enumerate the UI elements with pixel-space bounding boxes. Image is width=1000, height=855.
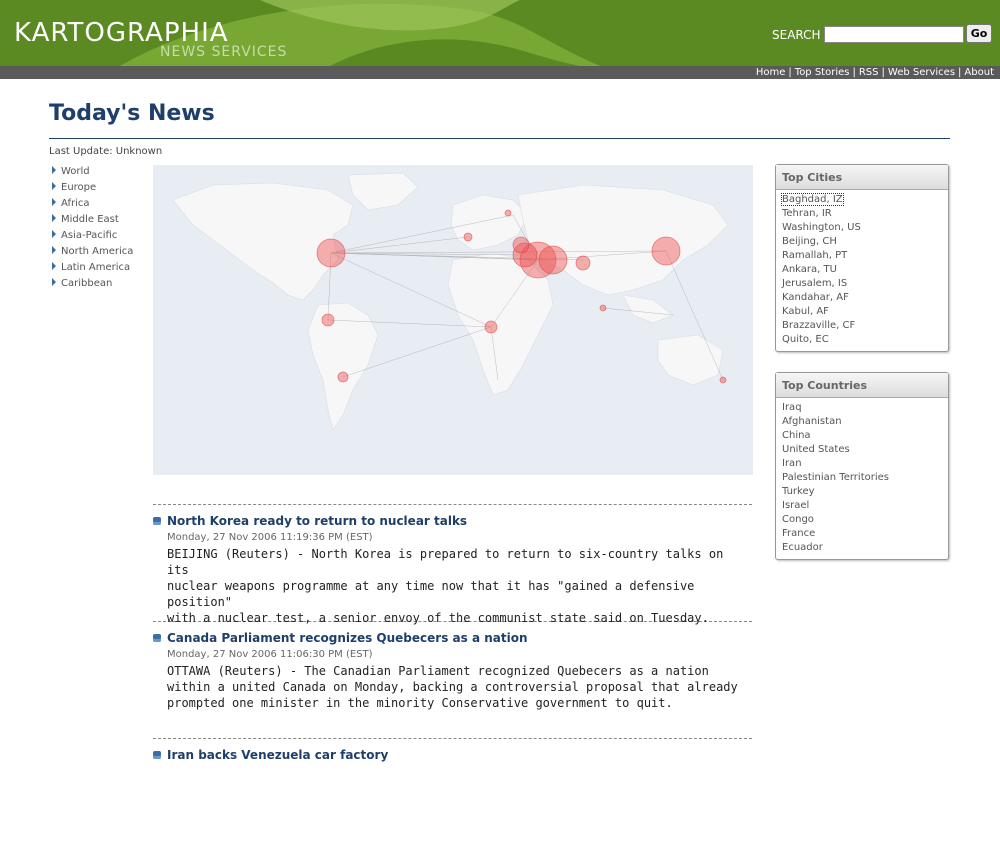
title-divider	[49, 138, 950, 139]
news-title-link[interactable]: North Korea ready to return to nuclear t…	[167, 514, 467, 528]
country-item[interactable]: France	[782, 527, 948, 541]
map-marker-france	[463, 232, 473, 242]
news-item: Canada Parliament recognizes Quebecers a…	[153, 621, 752, 738]
news-date: Monday, 27 Nov 2006 11:06:30 PM (EST)	[167, 649, 373, 660]
map-marker-quito	[321, 313, 335, 327]
news-title-link[interactable]: Iran backs Venezuela car factory	[167, 748, 388, 762]
last-update-text: Last Update: Unknown	[49, 146, 163, 157]
search-label: SEARCH	[772, 28, 821, 42]
country-item[interactable]: Ecuador	[782, 541, 948, 555]
news-item: Iran backs Venezuela car factory	[153, 738, 752, 855]
triangle-right-icon	[52, 278, 56, 286]
triangle-right-icon	[52, 182, 56, 190]
news-summary: BEIJING (Reuters) - North Korea is prepa…	[167, 547, 724, 625]
city-item[interactable]: Kandahar, AF	[782, 291, 948, 305]
region-item-asia-pacific[interactable]: Asia-Pacific	[52, 228, 133, 244]
region-item-middle-east[interactable]: Middle East	[52, 212, 133, 228]
triangle-right-icon	[52, 166, 56, 174]
news-item: North Korea ready to return to nuclear t…	[153, 504, 752, 625]
city-item[interactable]: Ramallah, PT	[782, 249, 948, 263]
triangle-right-icon	[52, 246, 56, 254]
top-cities-list: Baghdad, IZ Tehran, IR Washington, US Be…	[776, 190, 948, 351]
region-item-africa[interactable]: Africa	[52, 196, 133, 212]
top-countries-panel: Top Countries Iraq Afghanistan China Uni…	[775, 372, 949, 560]
news-date: Monday, 27 Nov 2006 11:19:36 PM (EST)	[167, 532, 373, 543]
region-list: World Europe Africa Middle East Asia-Pac…	[52, 164, 133, 292]
map-marker-washington	[316, 238, 346, 268]
country-item[interactable]: Israel	[782, 499, 948, 513]
triangle-right-icon	[52, 230, 56, 238]
nav-link-home[interactable]: Home	[756, 67, 786, 78]
map-marker-tehran	[538, 245, 568, 275]
map-marker-kandahar	[575, 255, 591, 271]
city-item[interactable]: Brazzaville, CF	[782, 319, 948, 333]
news-summary: OTTAWA (Reuters) - The Canadian Parliame…	[167, 664, 738, 710]
city-item[interactable]: Jerusalem, IS	[782, 277, 948, 291]
map-marker-europe-city	[504, 209, 512, 217]
region-item-caribbean[interactable]: Caribbean	[52, 276, 133, 292]
country-item[interactable]: Afghanistan	[782, 415, 948, 429]
city-item[interactable]: Ankara, TU	[782, 263, 948, 277]
site-logo-subtitle: NEWS SERVICES	[160, 44, 288, 60]
country-item[interactable]: China	[782, 429, 948, 443]
search-go-button[interactable]: Go	[966, 24, 992, 43]
country-item[interactable]: Congo	[782, 513, 948, 527]
news-title-link[interactable]: Canada Parliament recognizes Quebecers a…	[167, 631, 528, 645]
city-item[interactable]: Tehran, IR	[782, 207, 948, 221]
nav-link-rss[interactable]: RSS	[859, 67, 879, 78]
map-marker-jerusalem	[512, 236, 530, 254]
top-nav-bar: Home | Top Stories | RSS | Web Services | About	[0, 66, 1000, 79]
nav-link-top-stories[interactable]: Top Stories	[795, 67, 850, 78]
nav-separator: |	[852, 67, 856, 78]
news-bullet-icon	[153, 751, 161, 759]
city-item[interactable]: Beijing, CH	[782, 235, 948, 249]
site-header: KARTOGRAPHIA NEWS SERVICES SEARCH Go	[0, 0, 1000, 66]
news-list: North Korea ready to return to nuclear t…	[153, 504, 752, 855]
city-item[interactable]: Kabul, AF	[782, 305, 948, 319]
triangle-right-icon	[52, 262, 56, 270]
map-marker-australia-city	[719, 376, 727, 384]
country-item[interactable]: Iraq	[782, 401, 948, 415]
top-cities-header: Top Cities	[776, 165, 948, 190]
region-item-latin-america[interactable]: Latin America	[52, 260, 133, 276]
nav-link-about[interactable]: About	[964, 67, 994, 78]
nav-links: Home | Top Stories | RSS | Web Services | About	[756, 66, 994, 79]
top-countries-list: Iraq Afghanistan China United States Ira…	[776, 398, 948, 559]
country-item[interactable]: Palestinian Territories	[782, 471, 948, 485]
region-item-europe[interactable]: Europe	[52, 180, 133, 196]
news-bullet-icon	[153, 634, 161, 642]
nav-separator: |	[788, 67, 792, 78]
map-marker-asia-city	[599, 304, 607, 312]
top-cities-panel: Top Cities Baghdad, IZ Tehran, IR Washin…	[775, 164, 949, 352]
country-item[interactable]: United States	[782, 443, 948, 457]
world-news-map[interactable]	[153, 165, 753, 475]
triangle-right-icon	[52, 198, 56, 206]
map-marker-south-america-city	[337, 371, 349, 383]
news-bullet-icon	[153, 517, 161, 525]
city-item[interactable]: Baghdad, IZ	[781, 193, 948, 207]
nav-link-web-services[interactable]: Web Services	[888, 67, 955, 78]
page-title: Today's News	[49, 101, 215, 126]
country-item[interactable]: Turkey	[782, 485, 948, 499]
map-marker-beijing	[651, 236, 681, 266]
map-marker-brazzaville	[484, 320, 498, 334]
city-item[interactable]: Washington, US	[782, 221, 948, 235]
search-input[interactable]	[824, 26, 964, 43]
region-item-world[interactable]: World	[52, 164, 133, 180]
city-item[interactable]: Quito, EC	[782, 333, 948, 347]
region-item-north-america[interactable]: North America	[52, 244, 133, 260]
country-item[interactable]: Iran	[782, 457, 948, 471]
nav-separator: |	[881, 67, 885, 78]
triangle-right-icon	[52, 214, 56, 222]
top-countries-header: Top Countries	[776, 373, 948, 398]
